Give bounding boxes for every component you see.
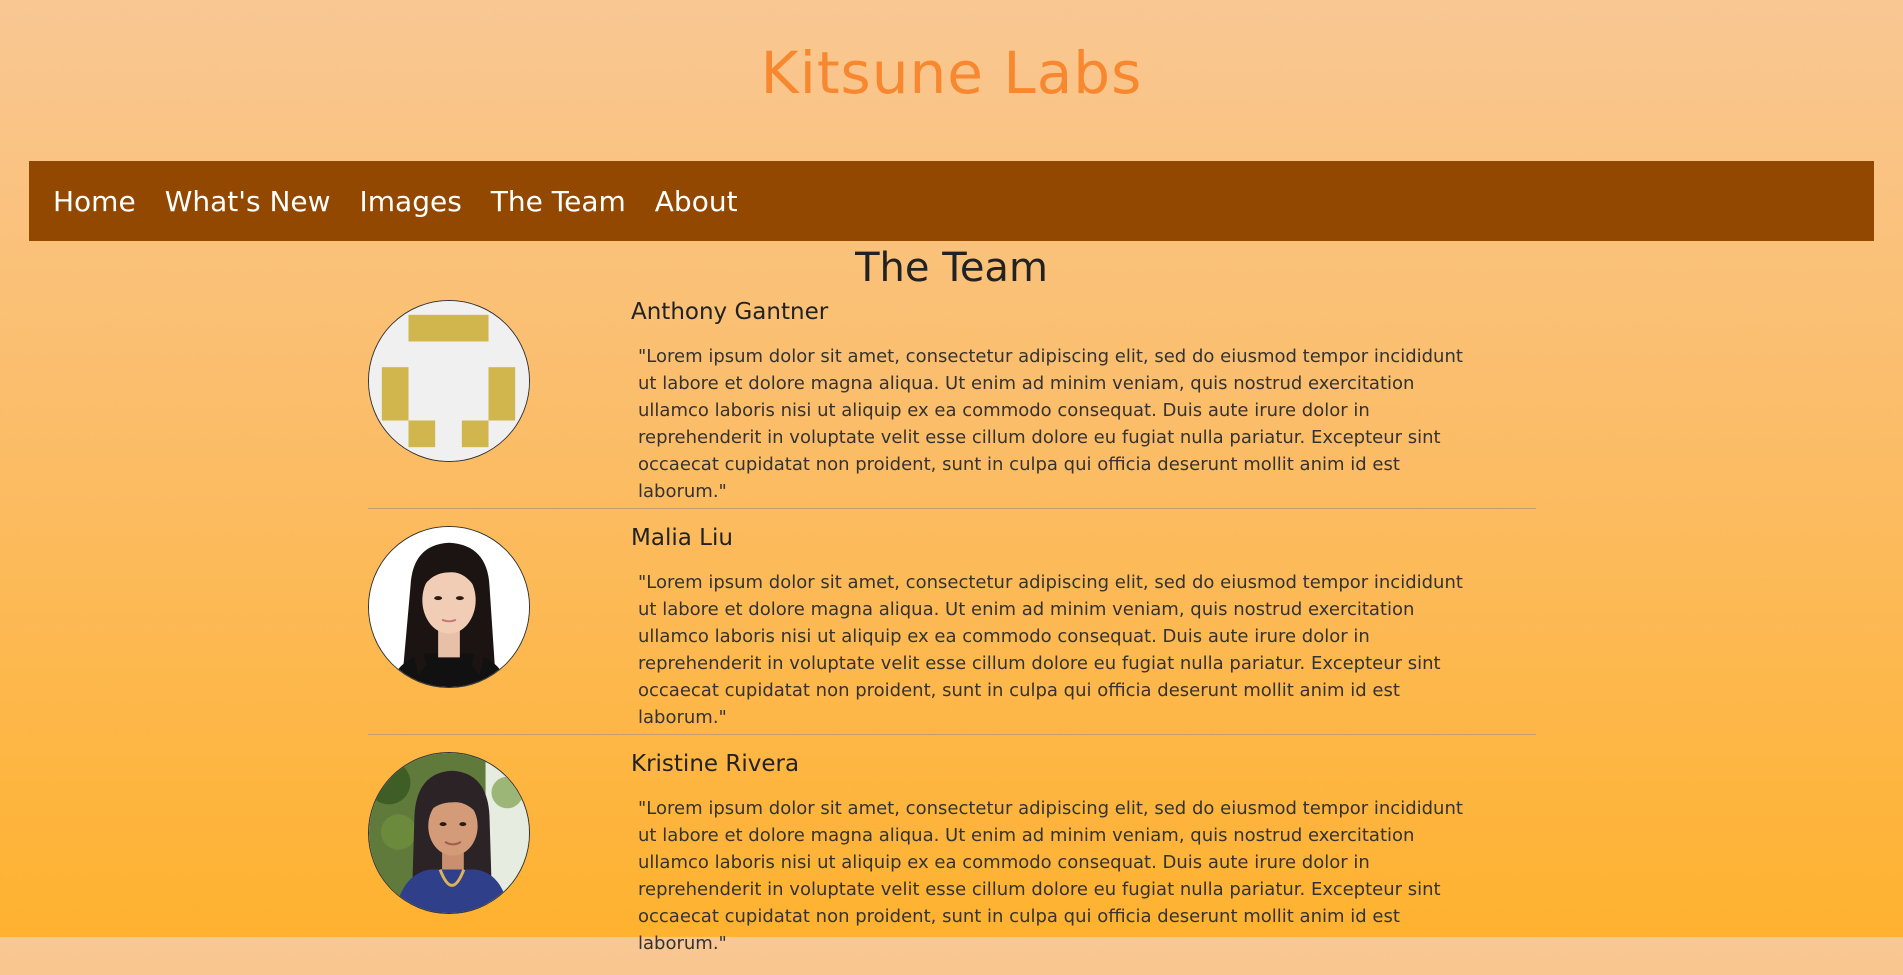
member-name: Kristine Rivera <box>631 751 800 777</box>
person-photo-image <box>369 753 529 913</box>
identicon-avatar <box>368 300 530 462</box>
nav-the-team-link[interactable]: The Team <box>491 185 626 218</box>
person-photo-image <box>369 527 529 687</box>
member-photo <box>368 752 530 914</box>
member-quote: "Lorem ipsum dolor sit amet, consectetur… <box>638 572 1463 728</box>
identicon-image <box>369 301 529 461</box>
site-title: Kitsune Labs <box>760 39 1143 107</box>
nav-images-link[interactable]: Images <box>360 185 462 218</box>
nav-about-link[interactable]: About <box>655 185 738 218</box>
nav-whats-new-link[interactable]: What's New <box>165 185 331 218</box>
team-member-card: Kristine Rivera "Lorem ipsum dolor sit a… <box>368 750 1536 960</box>
member-name: Malia Liu <box>631 525 733 551</box>
member-name: Anthony Gantner <box>631 299 829 325</box>
team-member-card: Anthony Gantner "Lorem ipsum dolor sit a… <box>368 298 1536 509</box>
main-navbar: Home What's New Images The Team About <box>29 161 1874 241</box>
nav-home-link[interactable]: Home <box>53 185 136 218</box>
member-quote: "Lorem ipsum dolor sit amet, consectetur… <box>638 346 1463 502</box>
team-member-card: Malia Liu "Lorem ipsum dolor sit amet, c… <box>368 524 1536 735</box>
member-photo <box>368 526 530 688</box>
page-title: The Team <box>855 245 1048 291</box>
team-list: Anthony Gantner "Lorem ipsum dolor sit a… <box>368 298 1536 975</box>
member-quote: "Lorem ipsum dolor sit amet, consectetur… <box>638 798 1463 954</box>
